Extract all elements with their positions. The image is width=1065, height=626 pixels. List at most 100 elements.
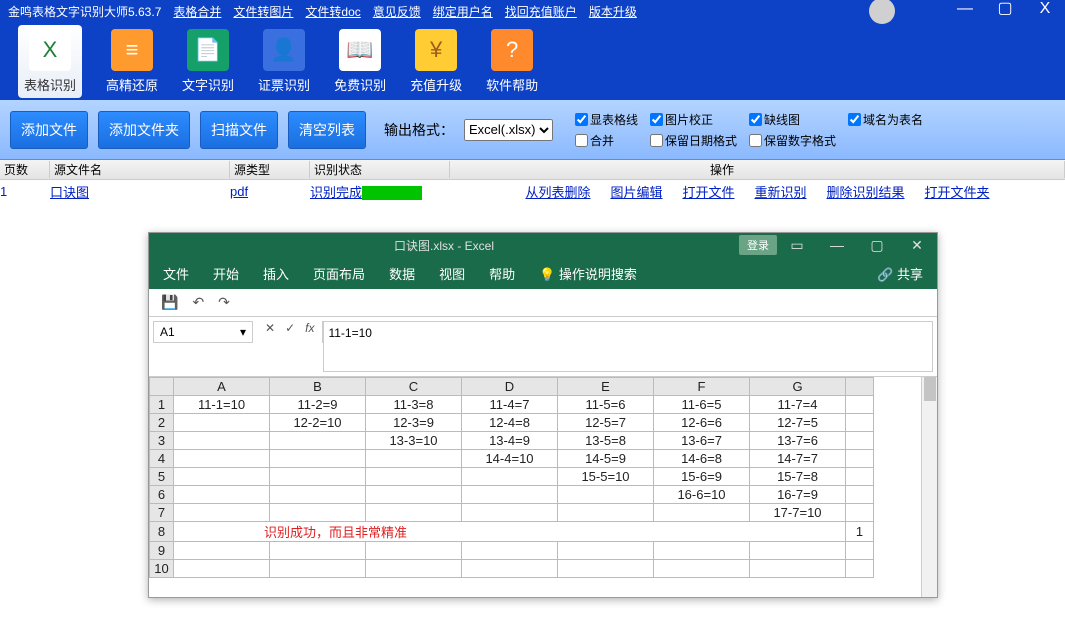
cell[interactable]: 12-2=10 <box>270 414 366 432</box>
ribbon-tab-5[interactable]: 视图 <box>439 264 465 283</box>
check-1[interactable]: 图片校正 <box>650 111 737 128</box>
cell[interactable] <box>462 468 558 486</box>
cell[interactable]: 15-6=9 <box>654 468 750 486</box>
tool-2[interactable]: 📄文字识别 <box>182 29 234 94</box>
top-link-0[interactable]: 表格合并 <box>173 5 221 19</box>
cell[interactable] <box>270 450 366 468</box>
cell[interactable]: 14-6=8 <box>654 450 750 468</box>
col-header-G[interactable]: G <box>750 378 846 396</box>
cell[interactable]: 11-2=9 <box>270 396 366 414</box>
cell[interactable] <box>174 450 270 468</box>
top-link-3[interactable]: 意见反馈 <box>373 5 421 19</box>
tool-1[interactable]: ≡高精还原 <box>106 29 158 94</box>
vertical-scrollbar[interactable] <box>921 377 937 597</box>
row-header[interactable]: 4 <box>150 450 174 468</box>
row-header[interactable]: 2 <box>150 414 174 432</box>
cell[interactable] <box>462 486 558 504</box>
ribbon-tab-6[interactable]: 帮助 <box>489 264 515 283</box>
row-file-link[interactable]: 口诀图 <box>50 185 89 200</box>
cell[interactable]: 16-7=9 <box>750 486 846 504</box>
tool-4[interactable]: 📖免费识别 <box>334 29 386 94</box>
cell[interactable]: 11-4=7 <box>462 396 558 414</box>
cell[interactable]: 15-5=10 <box>558 468 654 486</box>
cell[interactable] <box>174 432 270 450</box>
top-link-2[interactable]: 文件转doc <box>305 5 360 19</box>
cell[interactable] <box>846 414 874 432</box>
fx-icon[interactable]: fx <box>305 321 314 335</box>
cell[interactable] <box>270 432 366 450</box>
row-header[interactable]: 6 <box>150 486 174 504</box>
op-link-0[interactable]: 从列表删除 <box>525 182 590 201</box>
col-header-D[interactable]: D <box>462 378 558 396</box>
cell[interactable]: 11-6=5 <box>654 396 750 414</box>
redo-icon[interactable]: ↷ <box>218 294 230 311</box>
cell[interactable] <box>846 432 874 450</box>
top-link-6[interactable]: 版本升级 <box>589 5 637 19</box>
op-link-4[interactable]: 删除识别结果 <box>827 182 905 201</box>
row-status-link[interactable]: 识别完成 <box>310 185 362 200</box>
col-header-F[interactable]: F <box>654 378 750 396</box>
cell[interactable]: 13-5=8 <box>558 432 654 450</box>
check-2[interactable]: 缺线图 <box>749 111 836 128</box>
tool-3[interactable]: 👤证票识别 <box>258 29 310 94</box>
cell[interactable]: 17-7=10 <box>750 504 846 522</box>
cell[interactable] <box>846 486 874 504</box>
col-header-[interactable] <box>150 378 174 396</box>
cell[interactable]: 14-4=10 <box>462 450 558 468</box>
cell[interactable]: 11-7=4 <box>750 396 846 414</box>
cell[interactable] <box>846 504 874 522</box>
cell[interactable]: 12-7=5 <box>750 414 846 432</box>
cell[interactable] <box>174 504 270 522</box>
top-link-4[interactable]: 绑定用户名 <box>433 5 493 19</box>
top-link-1[interactable]: 文件转图片 <box>233 5 293 19</box>
cell[interactable]: 11-3=8 <box>366 396 462 414</box>
output-format-select[interactable]: Excel(.xlsx) <box>464 119 553 141</box>
cell[interactable]: 12-3=9 <box>366 414 462 432</box>
col-header-A[interactable]: A <box>174 378 270 396</box>
add-file-button[interactable]: 添加文件 <box>10 111 88 149</box>
row-header[interactable]: 1 <box>150 396 174 414</box>
cell[interactable]: 14-5=9 <box>558 450 654 468</box>
ribbon-tab-3[interactable]: 页面布局 <box>313 264 365 283</box>
name-box[interactable]: A1▾ <box>153 321 253 343</box>
cell[interactable] <box>846 396 874 414</box>
check-0[interactable]: 显表格线 <box>575 111 638 128</box>
cell[interactable]: 11-1=10 <box>174 396 270 414</box>
ribbon-tab-1[interactable]: 开始 <box>213 264 239 283</box>
cell[interactable]: 16-6=10 <box>654 486 750 504</box>
cell[interactable]: 12-5=7 <box>558 414 654 432</box>
cell[interactable]: 15-7=8 <box>750 468 846 486</box>
cell[interactable] <box>558 486 654 504</box>
result-message[interactable]: 识别成功，而且非常精准 <box>174 522 846 542</box>
col-header-E[interactable]: E <box>558 378 654 396</box>
cell[interactable]: 13-6=7 <box>654 432 750 450</box>
tool-5[interactable]: ¥充值升级 <box>410 29 462 94</box>
row-type-link[interactable]: pdf <box>230 184 248 199</box>
clear-button[interactable]: 清空列表 <box>288 111 366 149</box>
op-link-2[interactable]: 打开文件 <box>682 182 734 201</box>
col-header-C[interactable]: C <box>366 378 462 396</box>
enter-icon[interactable]: ✓ <box>285 321 295 335</box>
op-link-5[interactable]: 打开文件夹 <box>925 182 990 201</box>
cell[interactable] <box>846 450 874 468</box>
cell[interactable]: 11-5=6 <box>558 396 654 414</box>
col-header-[interactable] <box>846 378 874 396</box>
scan-button[interactable]: 扫描文件 <box>200 111 278 149</box>
cancel-icon[interactable]: ✕ <box>265 321 275 335</box>
cell[interactable] <box>174 468 270 486</box>
undo-icon[interactable]: ↶ <box>192 294 204 311</box>
excel-ribbon-toggle[interactable]: ▭ <box>777 237 817 254</box>
row-header[interactable]: 3 <box>150 432 174 450</box>
save-icon[interactable]: 💾 <box>161 294 178 311</box>
cell[interactable]: 14-7=7 <box>750 450 846 468</box>
excel-maximize[interactable]: ▢ <box>857 237 897 254</box>
cell[interactable] <box>174 414 270 432</box>
minimize-button[interactable]: — <box>945 0 985 22</box>
close-button[interactable]: X <box>1025 0 1065 22</box>
check-3[interactable]: 域名为表名 <box>848 111 923 128</box>
cell[interactable] <box>654 504 750 522</box>
excel-minimize[interactable]: — <box>817 237 857 253</box>
cell[interactable] <box>462 504 558 522</box>
cell[interactable] <box>846 468 874 486</box>
cell[interactable] <box>270 486 366 504</box>
